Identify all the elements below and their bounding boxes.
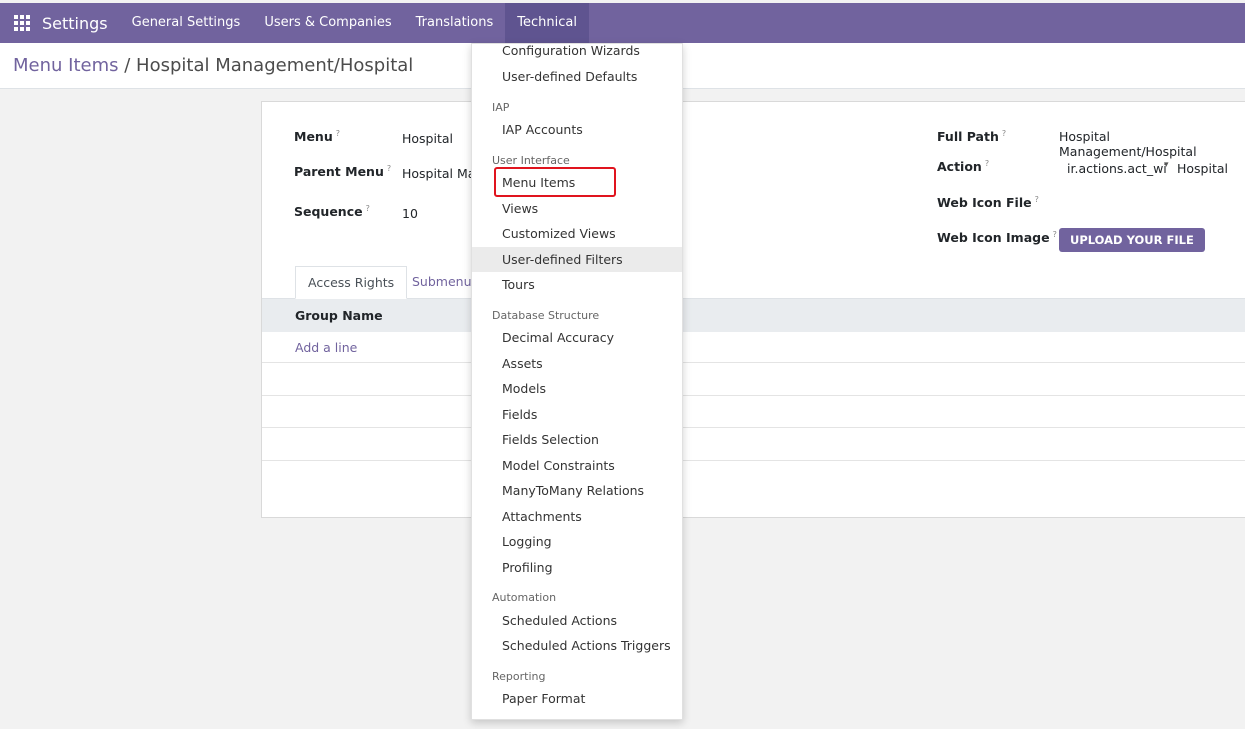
menu-item-many-to-many-relations[interactable]: ManyToMany Relations <box>472 478 682 503</box>
full-path-label: Full Path? <box>937 129 1007 145</box>
full-path-value: Hospital Management/Hospital <box>1059 129 1197 159</box>
nav-general-settings[interactable]: General Settings <box>120 3 253 43</box>
menu-item-user-defined-defaults[interactable]: User-defined Defaults <box>472 64 682 89</box>
row-separator <box>262 395 1245 396</box>
chevron-down-icon[interactable]: ▾ <box>1164 160 1169 170</box>
sequence-label: Sequence? <box>294 204 370 220</box>
technical-dropdown-menu: Configuration Wizards User-defined Defau… <box>471 43 683 720</box>
menu-item-customized-views[interactable]: Customized Views <box>472 221 682 246</box>
main-navbar: Settings General Settings Users & Compan… <box>0 3 1245 43</box>
menu-item-configuration-wizards[interactable]: Configuration Wizards <box>472 38 682 63</box>
menu-item-assets[interactable]: Assets <box>472 351 682 376</box>
breadcrumb: Menu Items / Hospital Management/Hospita… <box>13 55 413 76</box>
menu-item-user-defined-filters[interactable]: User-defined Filters <box>472 247 682 272</box>
nav-translations[interactable]: Translations <box>404 3 506 43</box>
menu-item-fields-selection[interactable]: Fields Selection <box>472 427 682 452</box>
menu-item-tours[interactable]: Tours <box>472 272 682 297</box>
action-label: Action? <box>937 159 990 175</box>
add-line-link[interactable]: Add a line <box>295 340 357 355</box>
menu-item-models[interactable]: Models <box>472 376 682 401</box>
section-header-database-structure: Database Structure <box>492 309 600 322</box>
section-header-user-interface: User Interface <box>492 154 570 167</box>
web-icon-image-label: Web Icon Image? <box>937 230 1057 246</box>
row-separator <box>262 460 1245 461</box>
help-icon[interactable]: ? <box>1053 230 1057 239</box>
menu-item-profiling[interactable]: Profiling <box>472 555 682 580</box>
column-group-name[interactable]: Group Name <box>295 308 383 323</box>
menu-label: Menu? <box>294 129 340 145</box>
action-field[interactable]: Hospital <box>1177 161 1228 176</box>
row-separator <box>262 427 1245 428</box>
row-separator <box>262 362 1245 363</box>
menu-item-decimal-accuracy[interactable]: Decimal Accuracy <box>472 325 682 350</box>
menu-item-paper-format[interactable]: Paper Format <box>472 686 682 711</box>
tab-access-rights[interactable]: Access Rights <box>295 266 408 299</box>
menu-item-scheduled-actions-triggers[interactable]: Scheduled Actions Triggers <box>472 633 682 658</box>
menu-field[interactable]: Hospital <box>402 131 453 146</box>
menu-item-scheduled-actions[interactable]: Scheduled Actions <box>472 608 682 633</box>
help-icon[interactable]: ? <box>985 159 989 168</box>
menu-item-attachments[interactable]: Attachments <box>472 504 682 529</box>
menu-item-logging[interactable]: Logging <box>472 529 682 554</box>
help-icon[interactable]: ? <box>387 164 391 173</box>
sequence-field[interactable]: 10 <box>402 206 418 221</box>
parent-menu-field[interactable]: Hospital Ma <box>402 166 475 181</box>
menu-item-model-constraints[interactable]: Model Constraints <box>472 453 682 478</box>
menu-item-iap-accounts[interactable]: IAP Accounts <box>472 117 682 142</box>
app-title[interactable]: Settings <box>42 14 108 33</box>
breadcrumb-menu-items[interactable]: Menu Items <box>13 55 119 76</box>
breadcrumb-separator: / <box>124 55 131 76</box>
highlight-annotation <box>494 167 616 197</box>
web-icon-file-label: Web Icon File? <box>937 195 1039 211</box>
section-header-automation: Automation <box>492 591 557 604</box>
parent-menu-label: Parent Menu? <box>294 164 392 180</box>
nav-users-companies[interactable]: Users & Companies <box>252 3 403 43</box>
nav-technical[interactable]: Technical <box>505 3 589 43</box>
menu-item-fields[interactable]: Fields <box>472 402 682 427</box>
help-icon[interactable]: ? <box>1035 195 1039 204</box>
menu-item-views[interactable]: Views <box>472 196 682 221</box>
help-icon[interactable]: ? <box>366 204 370 213</box>
section-header-iap: IAP <box>492 101 510 114</box>
table-header: Group Name <box>262 299 1245 332</box>
upload-file-button[interactable]: UPLOAD YOUR FILE <box>1059 228 1205 252</box>
section-header-reporting: Reporting <box>492 670 546 683</box>
help-icon[interactable]: ? <box>1002 129 1006 138</box>
help-icon[interactable]: ? <box>336 129 340 138</box>
action-type-select[interactable]: ir.actions.act_wi <box>1067 161 1167 176</box>
apps-grid-icon[interactable] <box>14 15 30 31</box>
breadcrumb-current: Hospital Management/Hospital <box>136 55 414 76</box>
form-sheet: Menu? Hospital Parent Menu? Hospital Ma … <box>261 101 1245 518</box>
